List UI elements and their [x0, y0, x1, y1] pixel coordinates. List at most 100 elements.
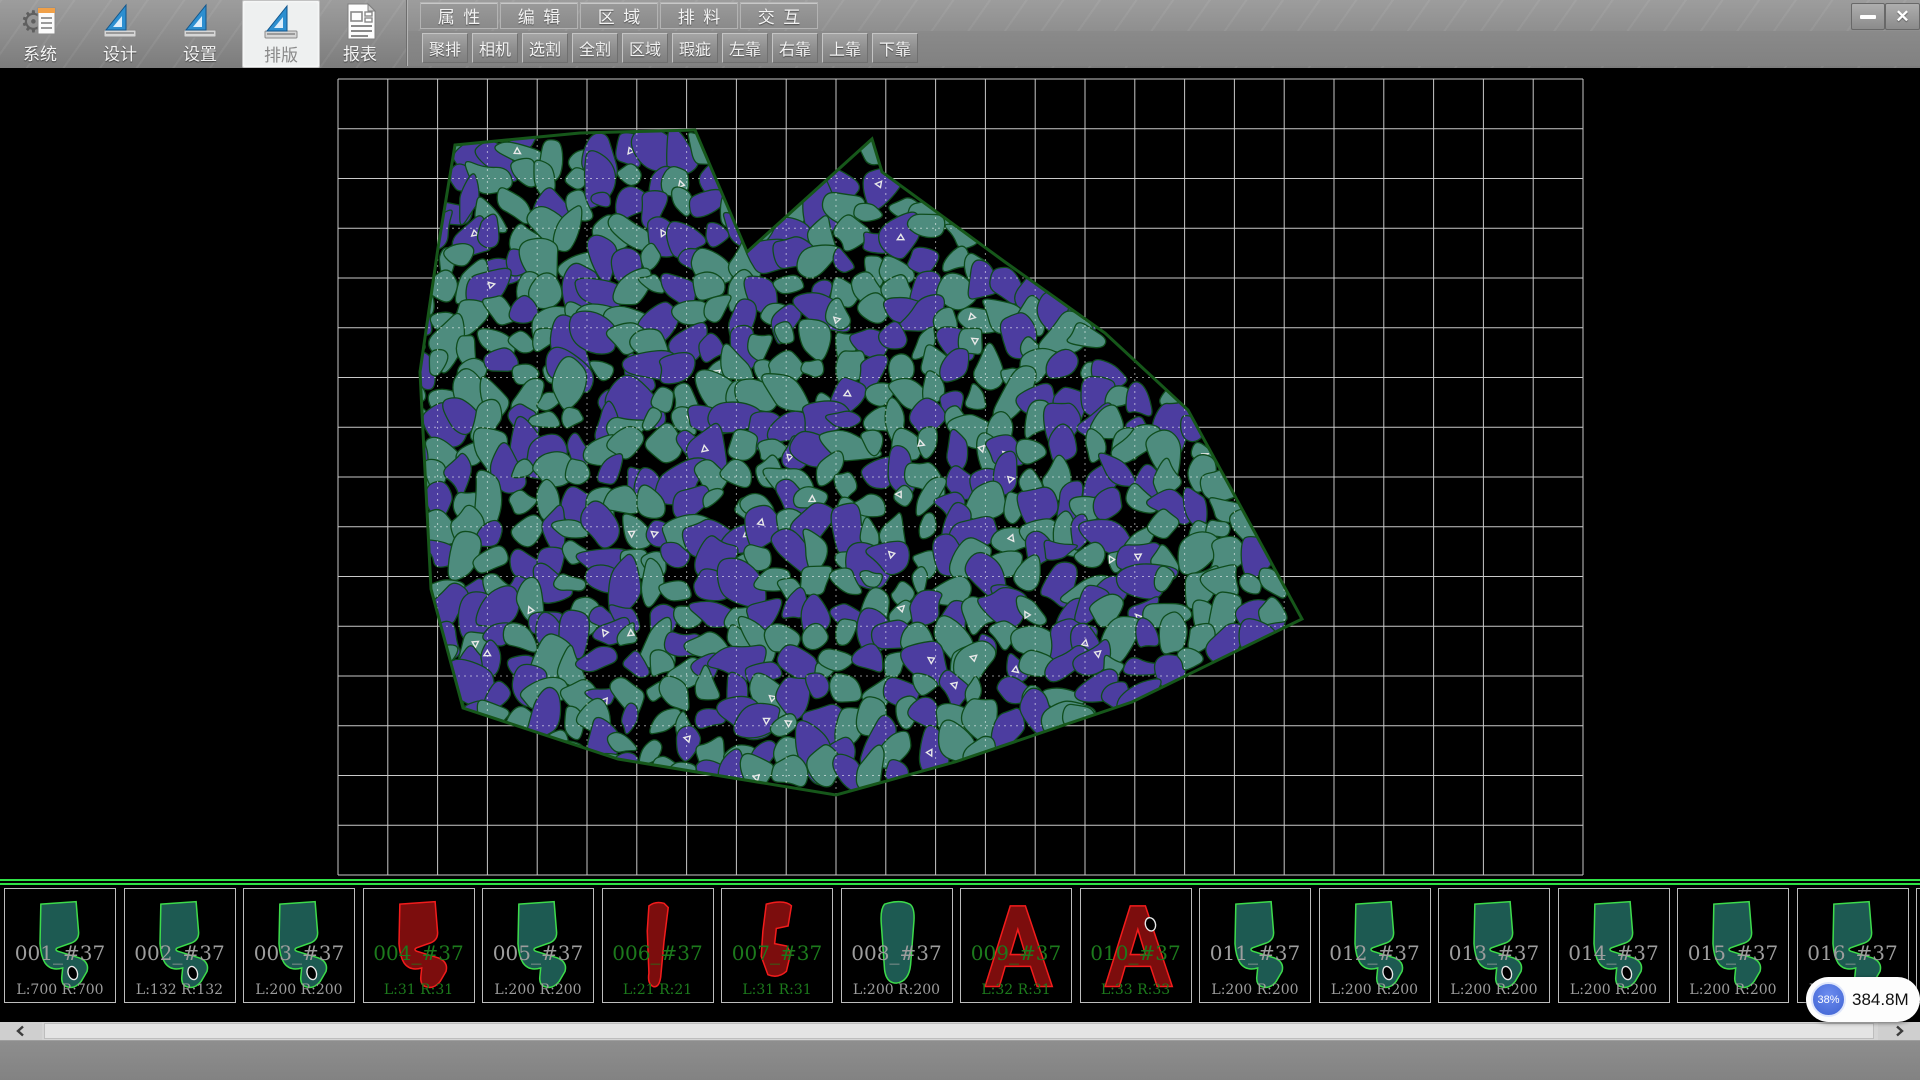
piece-name: 015_#37 — [1678, 941, 1788, 965]
piece-lr-count: L:32 R:31 — [961, 982, 1071, 998]
strip-separator-line — [0, 883, 1920, 885]
piece-name: 011_#37 — [1200, 941, 1310, 965]
piece-name: 001_#37 — [5, 941, 115, 965]
piece-lr-count: L:200 R:200 — [483, 982, 593, 998]
piece-lr-count: L:200 R:200 — [1559, 982, 1669, 998]
main-button-label: 设计 — [103, 44, 137, 66]
thumbnail-014-37[interactable]: 014_#37 L:200 R:200 — [1558, 888, 1670, 1003]
set-square-icon — [98, 2, 142, 42]
set-square-icon — [178, 2, 222, 42]
menu-tab-nesting[interactable]: 排料 — [660, 2, 738, 29]
main-button-label: 系统 — [23, 44, 57, 66]
menu-tab-edit[interactable]: 编辑 — [500, 2, 578, 29]
toolbar-divider — [406, 0, 408, 66]
piece-name: 006_#37 — [603, 941, 713, 965]
thumbnail-006-37[interactable]: 006_#37 L:21 R:21 — [602, 888, 714, 1003]
piece-lr-count: L:200 R:200 — [1200, 982, 1310, 998]
gear-doc-icon: ⚙ — [18, 2, 62, 42]
thumbnail-005-37[interactable]: 005_#37 L:200 R:200 — [482, 888, 594, 1003]
tool-button-align-left[interactable]: 左靠 — [722, 33, 768, 63]
thumbnail-013-37[interactable]: 013_#37 L:200 R:200 — [1438, 888, 1550, 1003]
tool-button-defect[interactable]: 瑕疵 — [672, 33, 718, 63]
minimize-button[interactable] — [1851, 3, 1885, 30]
set-square-icon — [178, 2, 222, 42]
report-doc-icon — [338, 2, 382, 42]
main-button-system[interactable]: ⚙系统 — [2, 0, 78, 66]
scroll-left-button[interactable] — [0, 1022, 42, 1040]
piece-lr-count: L:200 R:200 — [1439, 982, 1549, 998]
piece-name: 014_#37 — [1559, 941, 1669, 965]
main-button-label: 排版 — [264, 45, 298, 67]
thumbnail-009-37[interactable]: 009_#37 L:32 R:31 — [960, 888, 1072, 1003]
piece-lr-count: L:132 R:132 — [125, 982, 235, 998]
piece-name: 005_#37 — [483, 941, 593, 965]
main-button-layout[interactable]: 排版 — [242, 0, 320, 68]
thumbnail-007-37[interactable]: 007_#37 L:31 R:31 — [721, 888, 833, 1003]
tool-button-cluster-nest[interactable]: 聚排 — [422, 33, 468, 63]
piece-name: 008_#37 — [842, 941, 952, 965]
piece-lr-count: L:33 R:33 — [1081, 982, 1191, 998]
piece-lr-count: L:21 R:21 — [603, 982, 713, 998]
progress-circle: 38% — [1811, 982, 1846, 1017]
piece-name: 013_#37 — [1439, 941, 1549, 965]
piece-name: 016_#37 — [1798, 941, 1908, 965]
thumbnail-015-37[interactable]: 015_#37 L:200 R:200 — [1677, 888, 1789, 1003]
gear-doc-icon: ⚙ — [18, 2, 62, 42]
tool-button-cut-all[interactable]: 全割 — [572, 33, 618, 63]
tool-button-select-cut[interactable]: 选割 — [522, 33, 568, 63]
tool-button-align-top[interactable]: 上靠 — [822, 33, 868, 63]
horizontal-scrollbar[interactable] — [0, 1022, 1920, 1040]
set-square-icon — [98, 2, 142, 42]
toolbar: ⚙系统设计设置排版报表 属性编辑区域排料交互 聚排相机选割全割区域瑕疵左靠右靠上… — [0, 0, 1920, 69]
main-button-settings[interactable]: 设置 — [162, 0, 238, 66]
menu-tab-interact[interactable]: 交互 — [740, 2, 818, 29]
close-icon: ✕ — [1895, 7, 1909, 27]
tool-button-align-right[interactable]: 右靠 — [772, 33, 818, 63]
thumbnail-003-37[interactable]: 003_#37 L:200 R:200 — [243, 888, 355, 1003]
piece-name: 003_#37 — [244, 941, 354, 965]
main-button-design[interactable]: 设计 — [82, 0, 158, 66]
menu-tab-region[interactable]: 区域 — [580, 2, 658, 29]
chevron-left-icon — [15, 1025, 27, 1037]
piece-lr-count: L:200 R:200 — [842, 982, 952, 998]
thumbnail-012-37[interactable]: 012_#37 L:200 R:200 — [1319, 888, 1431, 1003]
thumbnail-008-37[interactable]: 008_#37 L:200 R:200 — [841, 888, 953, 1003]
strip-separator-line — [0, 879, 1920, 881]
minimize-icon — [1860, 15, 1876, 19]
main-button-label: 设置 — [183, 44, 217, 66]
piece-lr-count: L:200 R:200 — [244, 982, 354, 998]
main-button-label: 报表 — [343, 44, 377, 66]
piece-lr-count: L:700 R:700 — [5, 982, 115, 998]
tool-button-camera[interactable]: 相机 — [472, 33, 518, 63]
chevron-right-icon — [1893, 1025, 1905, 1037]
piece-name: 012_#37 — [1320, 941, 1430, 965]
memory-progress-pill[interactable]: 38% 384.8M — [1806, 977, 1920, 1022]
set-square-icon — [259, 3, 303, 43]
piece-name: 007_#37 — [722, 941, 832, 965]
thumbnail-002-37[interactable]: 002_#37 L:132 R:132 — [124, 888, 236, 1003]
progress-percent: 38% — [1817, 994, 1839, 1006]
piece-name: 004_#37 — [364, 941, 474, 965]
report-doc-icon — [338, 2, 382, 42]
thumbnail-004-37[interactable]: 004_#37 L:31 R:31 — [363, 888, 475, 1003]
thumbnail-010-37[interactable]: 010_#37 L:33 R:33 — [1080, 888, 1192, 1003]
piece-name: 010_#37 — [1081, 941, 1191, 965]
piece-lr-count: L:200 R:200 — [1320, 982, 1430, 998]
piece-lr-count: L:31 R:31 — [364, 982, 474, 998]
piece-name: 009_#37 — [961, 941, 1071, 965]
thumbnail-001-37[interactable]: 001_#37 L:700 R:700 — [4, 888, 116, 1003]
thumbnail-partial[interactable] — [1916, 888, 1920, 1003]
piece-name: 002_#37 — [125, 941, 235, 965]
memory-usage: 384.8M — [1852, 977, 1909, 1022]
thumbnail-011-37[interactable]: 011_#37 L:200 R:200 — [1199, 888, 1311, 1003]
tool-button-align-bottom[interactable]: 下靠 — [872, 33, 918, 63]
tool-button-zone[interactable]: 区域 — [622, 33, 668, 63]
close-button[interactable]: ✕ — [1885, 3, 1920, 30]
scrollbar-thumb[interactable] — [44, 1023, 1874, 1039]
menu-tab-properties[interactable]: 属性 — [420, 2, 498, 29]
main-button-report[interactable]: 报表 — [322, 0, 398, 66]
scroll-right-button[interactable] — [1878, 1022, 1920, 1040]
application-window: ⚙系统设计设置排版报表 属性编辑区域排料交互 聚排相机选割全割区域瑕疵左靠右靠上… — [0, 0, 1920, 1080]
piece-lr-count: L:200 R:200 — [1678, 982, 1788, 998]
piece-lr-count: L:31 R:31 — [722, 982, 832, 998]
